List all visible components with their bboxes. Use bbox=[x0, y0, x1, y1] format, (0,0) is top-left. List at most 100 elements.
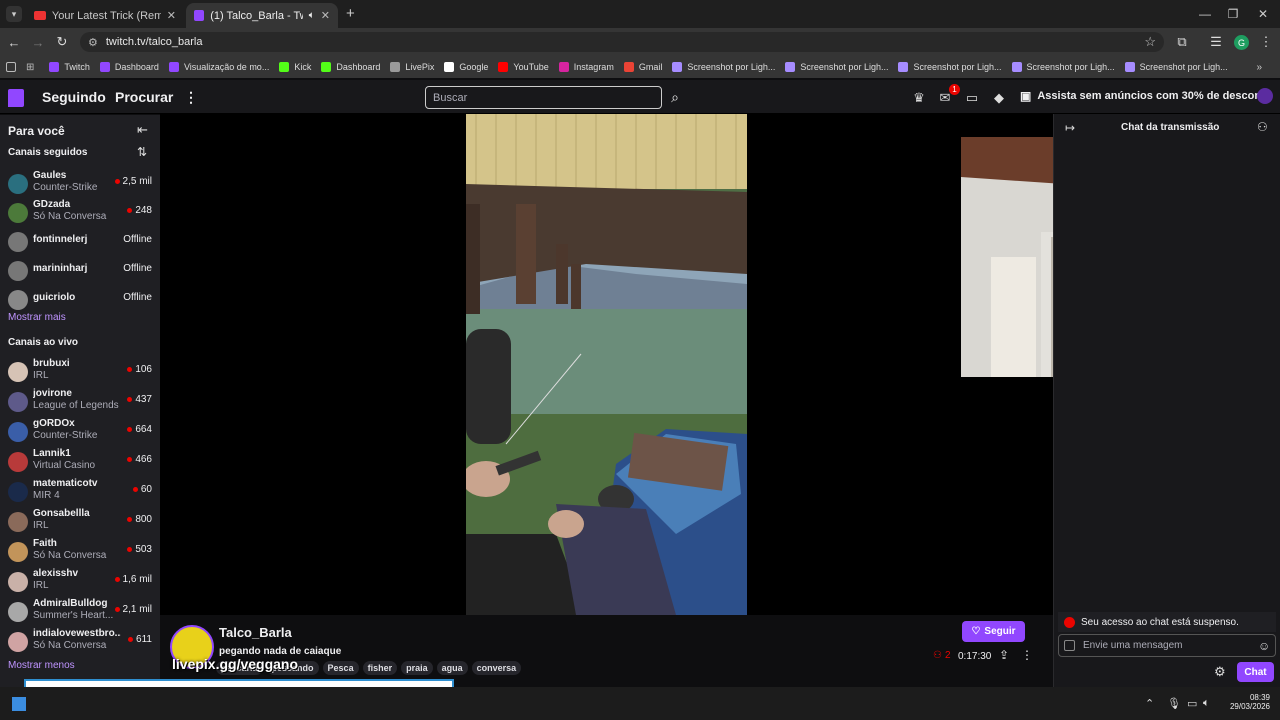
turbo-promo-button[interactable]: ▣ Assista sem anúncios com 30% de descon… bbox=[1020, 89, 1271, 103]
reload-icon[interactable]: ↻ bbox=[52, 32, 72, 52]
sidebar-channel-gonsabellla[interactable]: Gonsabellla IRL 800 bbox=[8, 508, 156, 536]
share-icon[interactable]: ⇪ bbox=[999, 648, 1009, 662]
bits-cheer-icon[interactable] bbox=[1064, 640, 1075, 651]
viewer-count-value: 466 bbox=[135, 454, 152, 465]
sidebar-channel-alexisshv[interactable]: alexisshv IRL 1,6 mil bbox=[8, 568, 156, 596]
more-options-icon[interactable]: ⋮ bbox=[1021, 648, 1033, 662]
sidebar-channel-gordox[interactable]: gORDOx Counter-Strike 664 bbox=[8, 418, 156, 446]
sidebar-channel-gdzada[interactable]: GDzada Só Na Conversa 248 bbox=[8, 199, 156, 227]
user-menu-avatar[interactable] bbox=[1257, 88, 1273, 104]
minimize-icon[interactable]: — bbox=[1195, 4, 1215, 24]
search-input[interactable]: Buscar bbox=[425, 86, 662, 109]
bookmark-item[interactable]: Screenshot por Ligh... bbox=[893, 56, 1006, 78]
bookmark-item[interactable]: Instagram bbox=[554, 56, 619, 78]
viewer-count: 466 bbox=[127, 454, 152, 465]
microphone-icon[interactable]: 🎙︎ bbox=[1167, 697, 1181, 710]
instagram-icon bbox=[558, 62, 569, 72]
sidebar-channel-indialovewestbro[interactable]: indialovewestbro... Só Na Conversa 611 bbox=[8, 628, 156, 656]
sidebar-channel-jovirone[interactable]: jovirone League of Legends 437 bbox=[8, 388, 156, 416]
nav-browse[interactable]: Procurar bbox=[115, 89, 173, 105]
bookmark-item[interactable]: YouTube bbox=[493, 56, 553, 78]
more-options-icon[interactable]: ⋮ bbox=[184, 89, 198, 106]
sidebar-channel-lannik1[interactable]: Lannik1 Virtual Casino 466 bbox=[8, 448, 156, 476]
show-less-link[interactable]: Mostrar menos bbox=[8, 660, 75, 671]
extensions-icon[interactable]: ⧉ bbox=[1172, 32, 1192, 52]
tab-search-button[interactable]: ▾ bbox=[6, 6, 22, 22]
chat-settings-icon[interactable]: ⚙ bbox=[1214, 664, 1226, 680]
sidebar-channel-fontinnelerj[interactable]: fontinnelerj Offline bbox=[8, 228, 156, 256]
bookmark-item[interactable]: Screenshot por Ligh... bbox=[1007, 56, 1120, 78]
show-more-link[interactable]: Mostrar mais bbox=[8, 312, 66, 323]
stream-tag[interactable]: fisher bbox=[362, 661, 398, 675]
bookmark-item[interactable]: LivePix bbox=[385, 56, 439, 78]
bookmark-item[interactable]: Visualização de mo... bbox=[164, 56, 274, 78]
tab-youtube[interactable]: Your Latest Trick (Remastered 1 ✕ bbox=[26, 3, 184, 28]
back-icon[interactable]: ← bbox=[4, 32, 24, 52]
live-dot-icon bbox=[127, 457, 133, 462]
sidebar-channel-admiralbulldog[interactable]: AdmiralBulldog Summer's Heart... 2,1 mil bbox=[8, 598, 156, 626]
channel-avatar bbox=[8, 572, 28, 592]
sidebar-channel-guicriolo[interactable]: guicriolo Offline bbox=[8, 286, 156, 314]
nav-following[interactable]: Seguindo bbox=[42, 89, 106, 105]
bookmark-label: Dashboard bbox=[114, 62, 159, 72]
chat-send-button[interactable]: Chat bbox=[1237, 662, 1274, 682]
tab-twitch[interactable]: (1) Talco_Barla - Twitch 🔈︎ ✕ bbox=[186, 3, 338, 28]
sidebar-channel-brubuxi[interactable]: brubuxi IRL 106 bbox=[8, 358, 156, 386]
close-tab-icon[interactable]: ✕ bbox=[167, 9, 176, 22]
tray-overflow-icon[interactable]: ⌃ bbox=[1145, 697, 1154, 710]
volume-icon[interactable]: 🔈︎ bbox=[1203, 697, 1210, 710]
collapse-chat-icon[interactable]: ↦ bbox=[1065, 121, 1075, 135]
close-window-icon[interactable]: ✕ bbox=[1253, 4, 1273, 24]
sidebar-channel-gaules[interactable]: Gaules Counter-Strike 2,5 mil bbox=[8, 170, 156, 198]
clock[interactable]: 08:39 29/03/2026 bbox=[1226, 693, 1270, 711]
prime-crown-icon[interactable]: ♛ bbox=[911, 90, 927, 106]
channel-name[interactable]: Talco_Barla bbox=[219, 625, 292, 640]
bookmark-item[interactable]: Screenshot por Ligh... bbox=[780, 56, 893, 78]
more-bookmarks-icon[interactable]: » bbox=[1256, 62, 1262, 73]
bookmark-item[interactable]: Dashboard bbox=[316, 56, 385, 78]
stream-tag[interactable]: agua bbox=[436, 661, 468, 675]
channel-category: Só Na Conversa bbox=[33, 640, 107, 651]
bits-icon[interactable]: ◆ bbox=[991, 90, 1007, 106]
stream-tag[interactable]: Pesca bbox=[322, 661, 359, 675]
close-tab-icon[interactable]: ✕ bbox=[321, 9, 330, 22]
start-menu-icon[interactable] bbox=[12, 697, 26, 711]
sidebar-channel-matematicotv[interactable]: matematicotv MIR 4 60 bbox=[8, 478, 156, 506]
sidebar-channel-faith[interactable]: Faith Só Na Conversa 503 bbox=[8, 538, 156, 566]
collapse-sidebar-icon[interactable]: ⇤ bbox=[137, 122, 148, 138]
sort-icon[interactable]: ⇅ bbox=[137, 145, 147, 159]
bookmark-item[interactable]: Kick bbox=[274, 56, 316, 78]
forward-icon[interactable]: → bbox=[28, 32, 48, 52]
restore-icon[interactable]: ❐ bbox=[1223, 4, 1243, 24]
stream-tag[interactable]: conversa bbox=[471, 661, 522, 675]
emote-picker-icon[interactable]: ☺ bbox=[1258, 639, 1270, 653]
bookmark-item[interactable]: Gmail bbox=[619, 56, 668, 78]
apps-grid-icon[interactable]: ⊞ bbox=[26, 62, 34, 73]
new-tab-button[interactable]: + bbox=[346, 5, 355, 22]
follow-button[interactable]: ♡ Seguir bbox=[962, 621, 1025, 642]
twitch-logo-icon[interactable] bbox=[8, 89, 24, 107]
sidebar-channel-marininharj[interactable]: marininharj Offline bbox=[8, 257, 156, 285]
chat-users-icon[interactable]: ⚇ bbox=[1257, 120, 1268, 134]
search-icon[interactable]: ⌕ bbox=[665, 86, 685, 109]
speaker-icon[interactable]: 🔈︎ bbox=[309, 10, 315, 21]
viewer-count: 60 bbox=[132, 484, 152, 495]
network-icon[interactable]: ▭ bbox=[1187, 697, 1197, 710]
reading-list-icon[interactable]: ☰ bbox=[1206, 32, 1226, 52]
chat-message-input[interactable]: Envie uma mensagem bbox=[1058, 634, 1276, 657]
bookmark-item[interactable]: Google bbox=[439, 56, 493, 78]
whispers-icon[interactable]: ▭ bbox=[964, 90, 980, 106]
bookmark-star-icon[interactable]: ☆ bbox=[1144, 34, 1156, 50]
apps-icon[interactable] bbox=[6, 62, 16, 72]
stream-tag[interactable]: praia bbox=[401, 661, 433, 675]
site-info-icon[interactable]: ⚙︎ bbox=[88, 36, 98, 49]
address-bar[interactable]: ⚙︎ twitch.tv/talco_barla ☆ bbox=[80, 32, 1164, 52]
bookmark-item[interactable]: Screenshot por Ligh... bbox=[667, 56, 780, 78]
browser-menu-icon[interactable]: ⋮ bbox=[1256, 32, 1276, 52]
bookmark-item[interactable]: Screenshot por Ligh... bbox=[1120, 56, 1233, 78]
profile-avatar[interactable]: G bbox=[1234, 35, 1249, 50]
viewer-count: 437 bbox=[127, 394, 152, 405]
bookmark-item[interactable]: Twitch bbox=[44, 56, 95, 78]
bookmark-item[interactable]: Dashboard bbox=[95, 56, 164, 78]
channel-name: brubuxi bbox=[33, 358, 70, 369]
